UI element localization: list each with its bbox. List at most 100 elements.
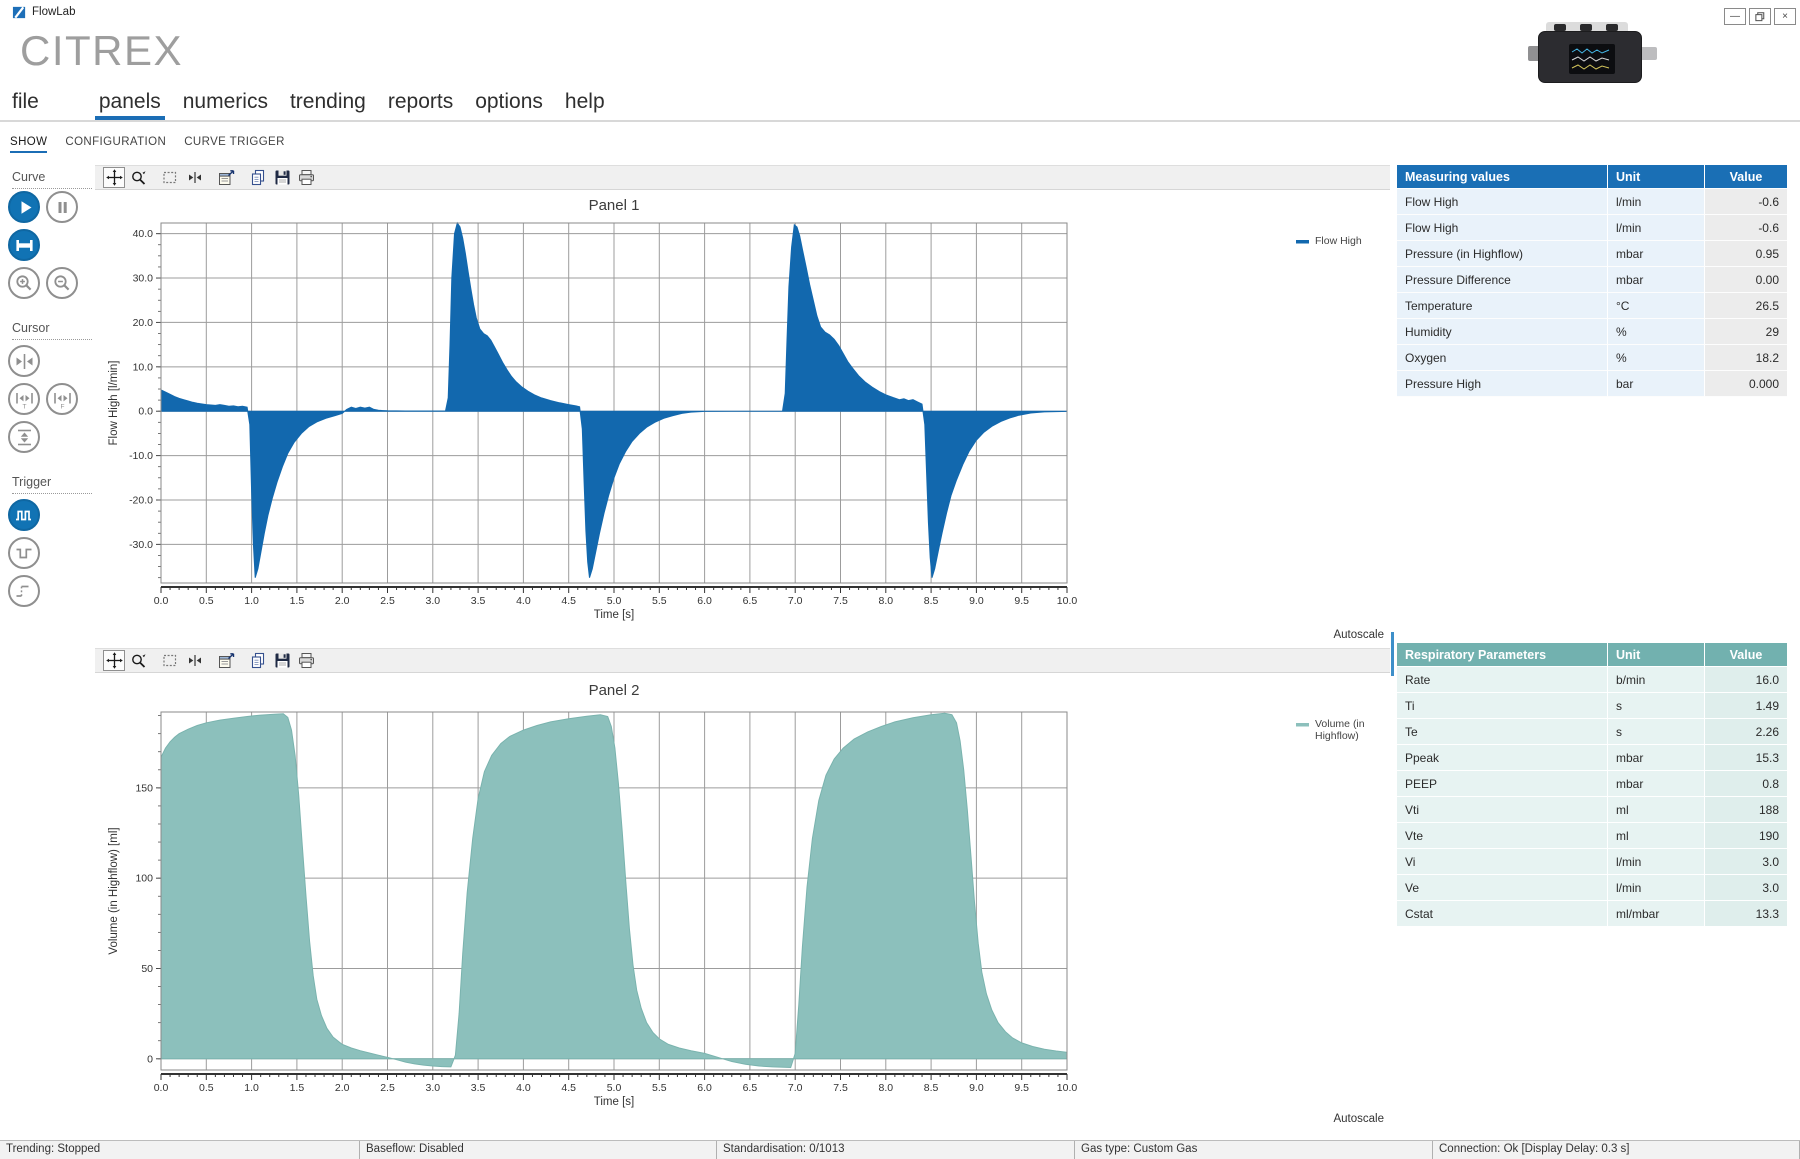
table-header-cell: Unit — [1607, 643, 1704, 667]
properties-tool-button[interactable] — [215, 650, 237, 671]
select-rect-tool-button[interactable] — [159, 167, 181, 188]
menu-item-numerics[interactable]: numerics — [179, 90, 272, 120]
unit-cell: mbar — [1607, 267, 1704, 293]
svg-text:4.0: 4.0 — [516, 595, 531, 607]
table-divider-accent — [1391, 632, 1394, 676]
value-cell: -0.6 — [1704, 189, 1787, 215]
zoom-window-tool-button[interactable] — [127, 650, 149, 671]
zoom-out-button[interactable] — [46, 267, 78, 299]
print-tool-button[interactable] — [295, 650, 317, 671]
cursor-pair-time-button[interactable]: T — [8, 383, 40, 415]
table-row: Oxygen%18.2 — [1397, 345, 1787, 371]
tab-curve-trigger[interactable]: CURVE TRIGGER — [184, 136, 285, 153]
value-cell: 1.49 — [1704, 693, 1787, 719]
autoscale-button-panel1[interactable]: Autoscale — [1318, 629, 1384, 641]
fit-width-button[interactable] — [8, 229, 40, 261]
select-rect-tool-button[interactable] — [159, 650, 181, 671]
menu-item-options[interactable]: options — [471, 90, 547, 120]
device-button — [1580, 24, 1592, 31]
play-button[interactable] — [8, 191, 40, 223]
properties-tool-button[interactable] — [215, 167, 237, 188]
cursor-pair-freq-button[interactable]: F — [46, 383, 78, 415]
print-tool-button[interactable] — [295, 167, 317, 188]
svg-text:0.5: 0.5 — [199, 595, 214, 607]
select-rect-tool-icon — [162, 169, 179, 186]
zoom-in-button[interactable] — [8, 267, 40, 299]
svg-text:2.0: 2.0 — [335, 595, 350, 607]
cursor-tool-icon — [186, 652, 203, 669]
cursor-tool-button[interactable] — [183, 167, 205, 188]
table-row: Tes2.26 — [1397, 719, 1787, 745]
unit-cell: s — [1607, 693, 1704, 719]
menu-item-reports[interactable]: reports — [384, 90, 457, 120]
param-name-cell: Ti — [1397, 693, 1607, 719]
save-tool-button[interactable] — [271, 650, 293, 671]
tab-configuration[interactable]: CONFIGURATION — [65, 136, 166, 153]
table-row: Cstatml/mbar13.3 — [1397, 901, 1787, 927]
copy-tool-button[interactable] — [247, 650, 269, 671]
cursor-tool-button[interactable] — [183, 650, 205, 671]
svg-text:8.5: 8.5 — [924, 1082, 939, 1094]
unit-cell: bar — [1607, 371, 1704, 397]
pause-button[interactable] — [46, 191, 78, 223]
menu-item-help[interactable]: help — [561, 90, 609, 120]
unit-cell: ml/mbar — [1607, 901, 1704, 927]
chart-toolbar-panel1 — [95, 165, 1390, 190]
cursor-track-button[interactable] — [8, 345, 40, 377]
copy-tool-button[interactable] — [247, 167, 269, 188]
menu-item-file[interactable]: file — [8, 90, 43, 120]
svg-text:10.0: 10.0 — [1057, 1082, 1078, 1094]
trigger-single-button[interactable] — [8, 537, 40, 569]
svg-text:4.0: 4.0 — [516, 1082, 531, 1094]
unit-cell: mbar — [1607, 771, 1704, 797]
table-row: Tis1.49 — [1397, 693, 1787, 719]
move-tool-icon — [106, 652, 123, 669]
restore-button[interactable] — [1749, 8, 1771, 25]
value-cell: 0.8 — [1704, 771, 1787, 797]
cursor-tool-icon — [186, 169, 203, 186]
value-cell: 15.3 — [1704, 745, 1787, 771]
unit-cell: s — [1607, 719, 1704, 745]
unit-cell: ml — [1607, 797, 1704, 823]
param-name-cell: Cstat — [1397, 901, 1607, 927]
svg-text:Highflow): Highflow) — [1315, 730, 1359, 742]
zoom-window-tool-icon — [130, 169, 147, 186]
table-row: Vteml190 — [1397, 823, 1787, 849]
minimize-button[interactable]: — — [1724, 8, 1746, 25]
unit-cell: % — [1607, 319, 1704, 345]
svg-text:0.0: 0.0 — [138, 406, 153, 418]
param-name-cell: PEEP — [1397, 771, 1607, 797]
close-button[interactable]: × — [1774, 8, 1796, 25]
move-tool-button[interactable] — [103, 167, 125, 188]
menu-item-trending[interactable]: trending — [286, 90, 370, 120]
move-tool-button[interactable] — [103, 650, 125, 671]
svg-text:40.0: 40.0 — [133, 228, 154, 240]
trigger-level-button[interactable] — [8, 575, 40, 607]
unit-cell: l/min — [1607, 189, 1704, 215]
cursor-vrange-button[interactable] — [8, 421, 40, 453]
svg-text:Volume (in Highflow) [ml]: Volume (in Highflow) [ml] — [108, 827, 120, 954]
table-row: Rateb/min16.0 — [1397, 667, 1787, 693]
save-tool-button[interactable] — [271, 167, 293, 188]
cursor-track-icon — [12, 349, 37, 374]
unit-cell: mbar — [1607, 241, 1704, 267]
svg-text:4.5: 4.5 — [561, 1082, 576, 1094]
panel2-chart[interactable]: 0501001500.00.51.01.52.02.53.03.54.04.55… — [95, 673, 1390, 1113]
table-header-cell: Unit — [1607, 165, 1704, 189]
zoom-window-tool-button[interactable] — [127, 167, 149, 188]
svg-text:3.0: 3.0 — [425, 1082, 440, 1094]
value-cell: 16.0 — [1704, 667, 1787, 693]
menu-item-panels[interactable]: panels — [95, 90, 165, 120]
svg-text:10.0: 10.0 — [1057, 595, 1078, 607]
zoom-out-icon — [50, 271, 75, 296]
panel1-chart[interactable]: 40.030.020.010.00.0-10.0-20.0-30.00.00.5… — [95, 190, 1390, 630]
autoscale-button-panel2[interactable]: Autoscale — [1318, 1113, 1384, 1125]
param-name-cell: Ppeak — [1397, 745, 1607, 771]
param-name-cell: Temperature — [1397, 293, 1607, 319]
tab-show[interactable]: SHOW — [10, 136, 47, 153]
param-name-cell: Humidity — [1397, 319, 1607, 345]
app-brand: CITREX — [20, 27, 183, 75]
svg-text:Flow High [l/min]: Flow High [l/min] — [108, 361, 120, 446]
value-cell: 26.5 — [1704, 293, 1787, 319]
trigger-continuous-button[interactable] — [8, 499, 40, 531]
